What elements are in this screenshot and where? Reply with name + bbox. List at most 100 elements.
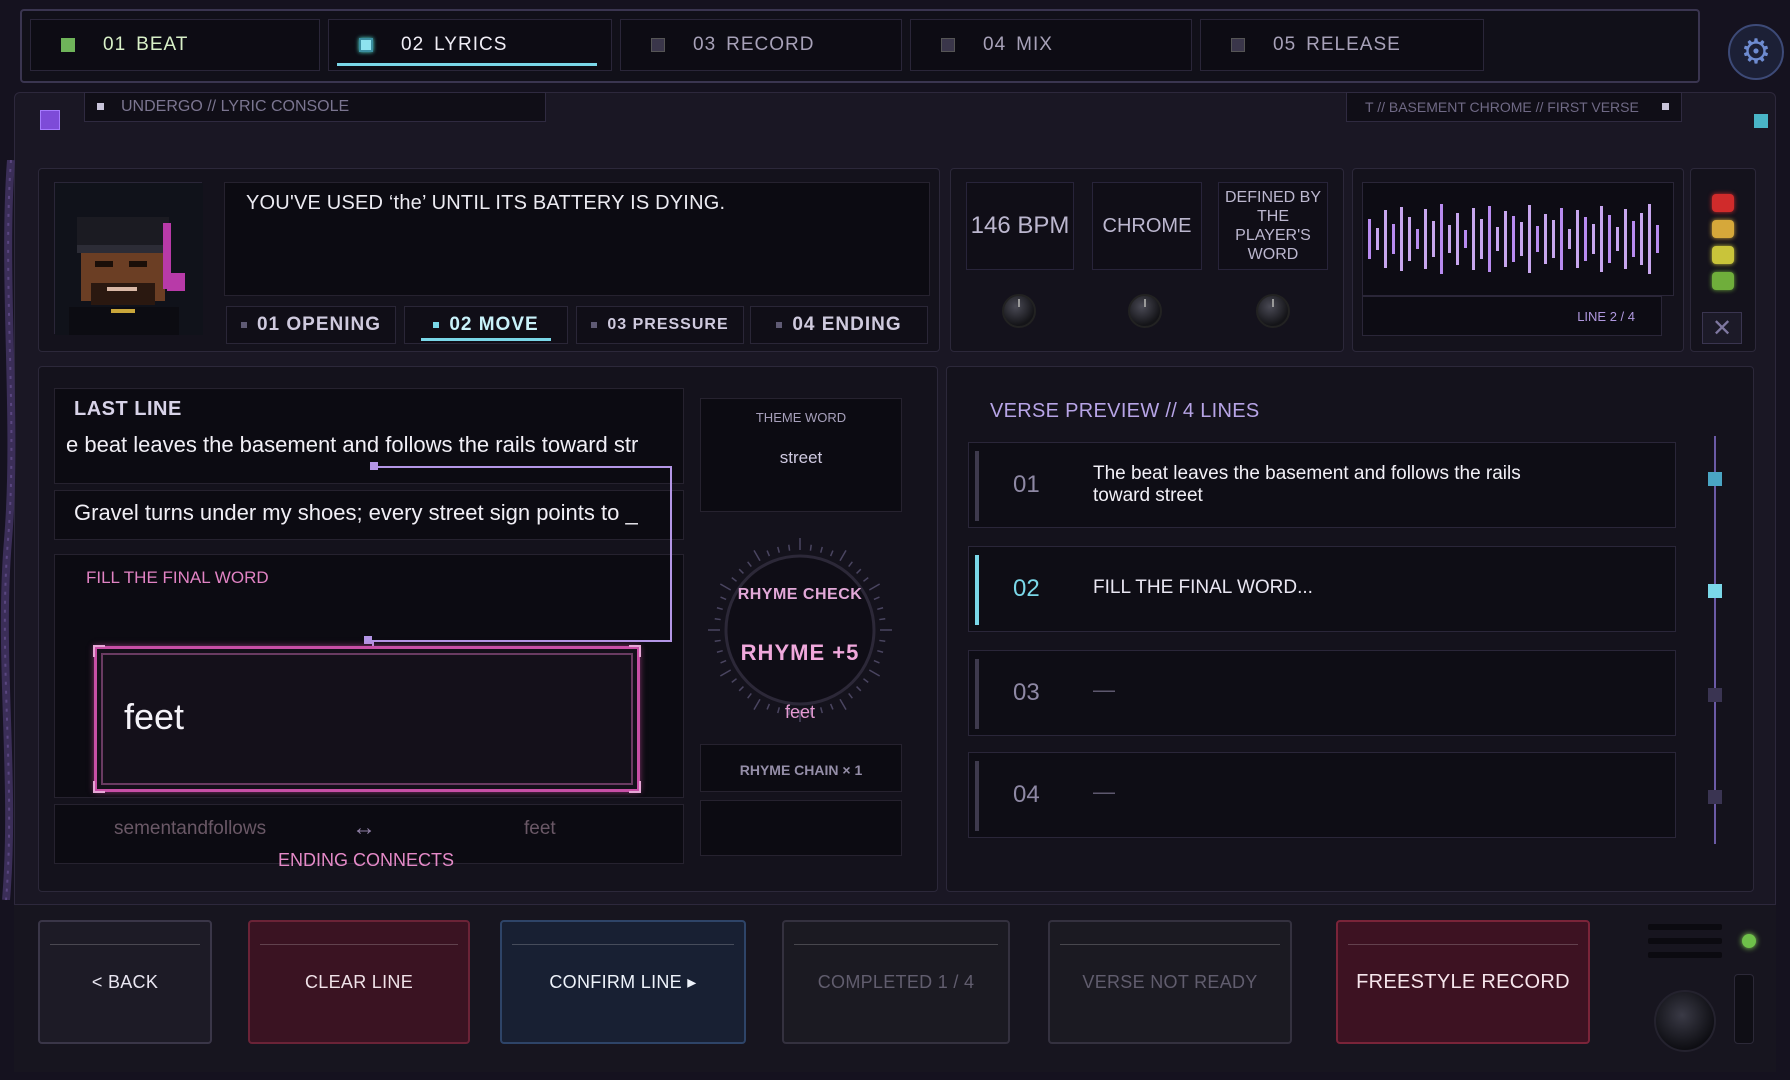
tab-mix[interactable]: 04 MIX: [910, 19, 1192, 71]
style-knob[interactable]: [1128, 294, 1162, 328]
status-indicator: [941, 38, 955, 52]
corner-mark: [629, 781, 641, 793]
section-label: ENDING: [821, 314, 902, 335]
progress-node: [1708, 472, 1722, 486]
tab-release[interactable]: 05 RELEASE: [1200, 19, 1484, 71]
line-indicator-text: LINE 2 / 4: [1577, 309, 1635, 324]
bullet: [433, 322, 440, 328]
cable-decoration: [0, 160, 16, 900]
bullet: [240, 322, 247, 328]
line-indicator: LINE 2 / 4: [1362, 296, 1662, 336]
section-number: 01: [256, 314, 281, 335]
verse-line[interactable]: 04 —: [968, 752, 1676, 838]
tab-number: 03: [693, 34, 717, 55]
line-number: 04: [1013, 781, 1040, 808]
tab-record[interactable]: 03 RECORD: [620, 19, 902, 71]
progress-node: [1708, 584, 1722, 598]
bullet: [776, 322, 783, 328]
fill-word-label: FILL THE FINAL WORD: [86, 568, 269, 587]
stage-tab-bar: 01 BEAT 02 LYRICS 03 RECORD 04 MIX 05 RE…: [20, 9, 1700, 83]
prompt-text: YOU'VE USED ‘the’ UNTIL ITS BATTERY IS D…: [246, 192, 726, 214]
line-number: 02: [1013, 575, 1040, 602]
verse-preview-title: VERSE PREVIEW // 4 LINES: [990, 400, 1260, 422]
tab-lyrics[interactable]: 02 LYRICS: [328, 19, 612, 71]
corner-mark: [93, 781, 105, 793]
style-value: CHROME: [1102, 214, 1192, 237]
line-marker: [975, 761, 979, 831]
line-text: FILL THE FINAL WORD...: [1093, 577, 1313, 598]
header-indicator: [1754, 114, 1768, 128]
word-knob[interactable]: [1256, 294, 1290, 328]
active-underline: [421, 338, 551, 341]
session-breadcrumb: T // BASEMENT CHROME // FIRST VERSE: [1346, 92, 1682, 122]
section-tab-move[interactable]: 02 MOVE: [404, 306, 568, 344]
section-number: 04: [792, 314, 816, 335]
ending-previous: sementandfollows: [114, 818, 267, 839]
button-label: VERSE NOT READY: [1082, 971, 1258, 992]
connector-node: [370, 462, 378, 470]
tab-label: MIX: [1016, 34, 1053, 55]
section-label: OPENING: [286, 314, 382, 335]
status-light: [1712, 272, 1734, 290]
section-label: PRESSURE: [632, 316, 729, 333]
status-light: [1712, 220, 1734, 238]
tab-number: 01: [103, 34, 127, 55]
rhyme-check-label: RHYME CHECK: [737, 586, 863, 603]
status-indicator: [359, 38, 373, 52]
avatar: [54, 182, 203, 335]
tab-label: RELEASE: [1306, 34, 1401, 55]
status-indicator: [61, 38, 75, 52]
tab-number: 02: [401, 34, 425, 55]
clear-line-button[interactable]: CLEAR LINE: [248, 920, 470, 1044]
corner-mark: [93, 645, 105, 657]
line-text: —: [1093, 677, 1115, 702]
verse-line[interactable]: 01 The beat leaves the basement and foll…: [968, 442, 1676, 528]
theme-word-value: street: [779, 448, 823, 467]
verse-line[interactable]: 02 FILL THE FINAL WORD...: [968, 546, 1676, 632]
status-light: [1712, 246, 1734, 264]
header-indicator: [40, 110, 60, 130]
vent: [1648, 924, 1722, 930]
tab-label: BEAT: [136, 34, 189, 55]
section-number: 02: [449, 314, 473, 335]
button-label: FREESTYLE RECORD: [1356, 970, 1570, 993]
confirm-line-button[interactable]: CONFIRM LINE ▸: [500, 920, 746, 1044]
bpm-readout: 146 BPM: [966, 182, 1074, 270]
bpm-value: 146 BPM: [970, 212, 1070, 239]
back-button[interactable]: < BACK: [38, 920, 212, 1044]
section-tab-ending[interactable]: 04 ENDING: [750, 306, 928, 344]
freestyle-record-button[interactable]: FREESTYLE RECORD: [1336, 920, 1590, 1044]
close-icon[interactable]: ✕: [1702, 312, 1742, 344]
verse-status-button: VERSE NOT READY: [1048, 920, 1292, 1044]
breadcrumb-text: T // BASEMENT CHROME // FIRST VERSE: [1365, 99, 1639, 115]
theme-word-label: THEME WORD: [755, 410, 847, 425]
button-label: CONFIRM LINE ▸: [549, 971, 697, 992]
style-readout: CHROME: [1092, 182, 1202, 270]
ending-connects-label: ENDING CONNECTS: [278, 850, 455, 870]
gear-icon[interactable]: ⚙: [1728, 24, 1784, 80]
section-tab-pressure[interactable]: 03 PRESSURE: [576, 306, 744, 344]
button-label: COMPLETED 1 / 4: [817, 971, 975, 992]
tab-beat[interactable]: 01 BEAT: [30, 19, 320, 71]
bullet: [591, 322, 598, 328]
answer-value: feet: [124, 696, 185, 737]
volume-knob[interactable]: [1654, 990, 1716, 1052]
tab-number: 04: [983, 34, 1007, 55]
progress-node: [1708, 688, 1722, 702]
word-readout: DEFINED BY THE PLAYER'S WORD: [1218, 182, 1328, 270]
console-title-bar: UNDERGO // LYRIC CONSOLE: [84, 92, 546, 122]
waveform: [1368, 204, 1659, 274]
bullet: [1662, 103, 1669, 110]
section-tab-opening[interactable]: 01 OPENING: [226, 306, 396, 344]
section-number: 03: [607, 316, 628, 333]
volume-slider[interactable]: [1734, 974, 1754, 1044]
bpm-knob[interactable]: [1002, 294, 1036, 328]
button-label: CLEAR LINE: [304, 971, 414, 992]
verse-line[interactable]: 03 —: [968, 650, 1676, 736]
double-arrow-icon: ↔: [352, 814, 376, 841]
section-label: MOVE: [478, 314, 539, 335]
line-marker: [975, 451, 979, 521]
corner-mark: [629, 645, 641, 657]
bullet: [97, 103, 104, 110]
completed-counter: COMPLETED 1 / 4: [782, 920, 1010, 1044]
